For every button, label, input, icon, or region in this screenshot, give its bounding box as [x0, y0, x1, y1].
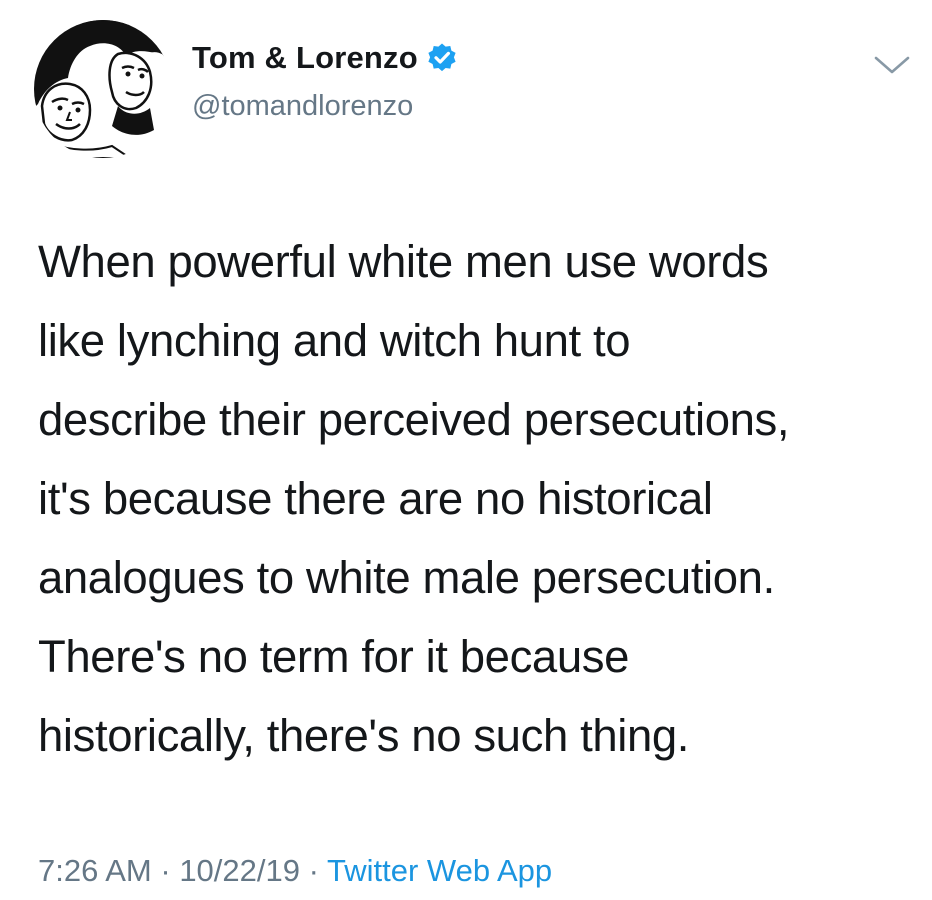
tweet-card: Tom & Lorenzo @tomandlorenzo When powerf… [0, 0, 932, 900]
author-handle[interactable]: @tomandlorenzo [192, 90, 413, 123]
chevron-down-icon[interactable] [872, 52, 912, 78]
meta-separator: · [299, 853, 327, 888]
cartoon-duo-avatar-icon [34, 20, 172, 158]
tweet-text-line: it's because there are no historical [38, 473, 713, 524]
tweet-text-line: When powerful white men use words [38, 236, 769, 287]
meta-separator: · [151, 853, 180, 888]
tweet-source-link[interactable]: Twitter Web App [327, 853, 552, 888]
tweet-text-line: describe their perceived persecutions, [38, 394, 790, 445]
tweet-time[interactable]: 7:26 AM [38, 853, 152, 888]
tweet-metadata: 7:26 AM · 10/22/19 · Twitter Web App [38, 853, 552, 889]
verified-badge-icon [426, 42, 458, 74]
tweet-date[interactable]: 10/22/19 [179, 853, 300, 888]
tweet-text-line: There's no term for it because [38, 631, 629, 682]
tweet-text: When powerful white men use words like l… [38, 222, 908, 775]
avatar[interactable] [34, 20, 172, 158]
display-name[interactable]: Tom & Lorenzo [192, 40, 418, 76]
tweet-text-line: analogues to white male persecution. [38, 552, 775, 603]
tweet-text-line: historically, there's no such thing. [38, 710, 689, 761]
author-name-row: Tom & Lorenzo [192, 40, 458, 76]
tweet-text-line: like lynching and witch hunt to [38, 315, 631, 366]
